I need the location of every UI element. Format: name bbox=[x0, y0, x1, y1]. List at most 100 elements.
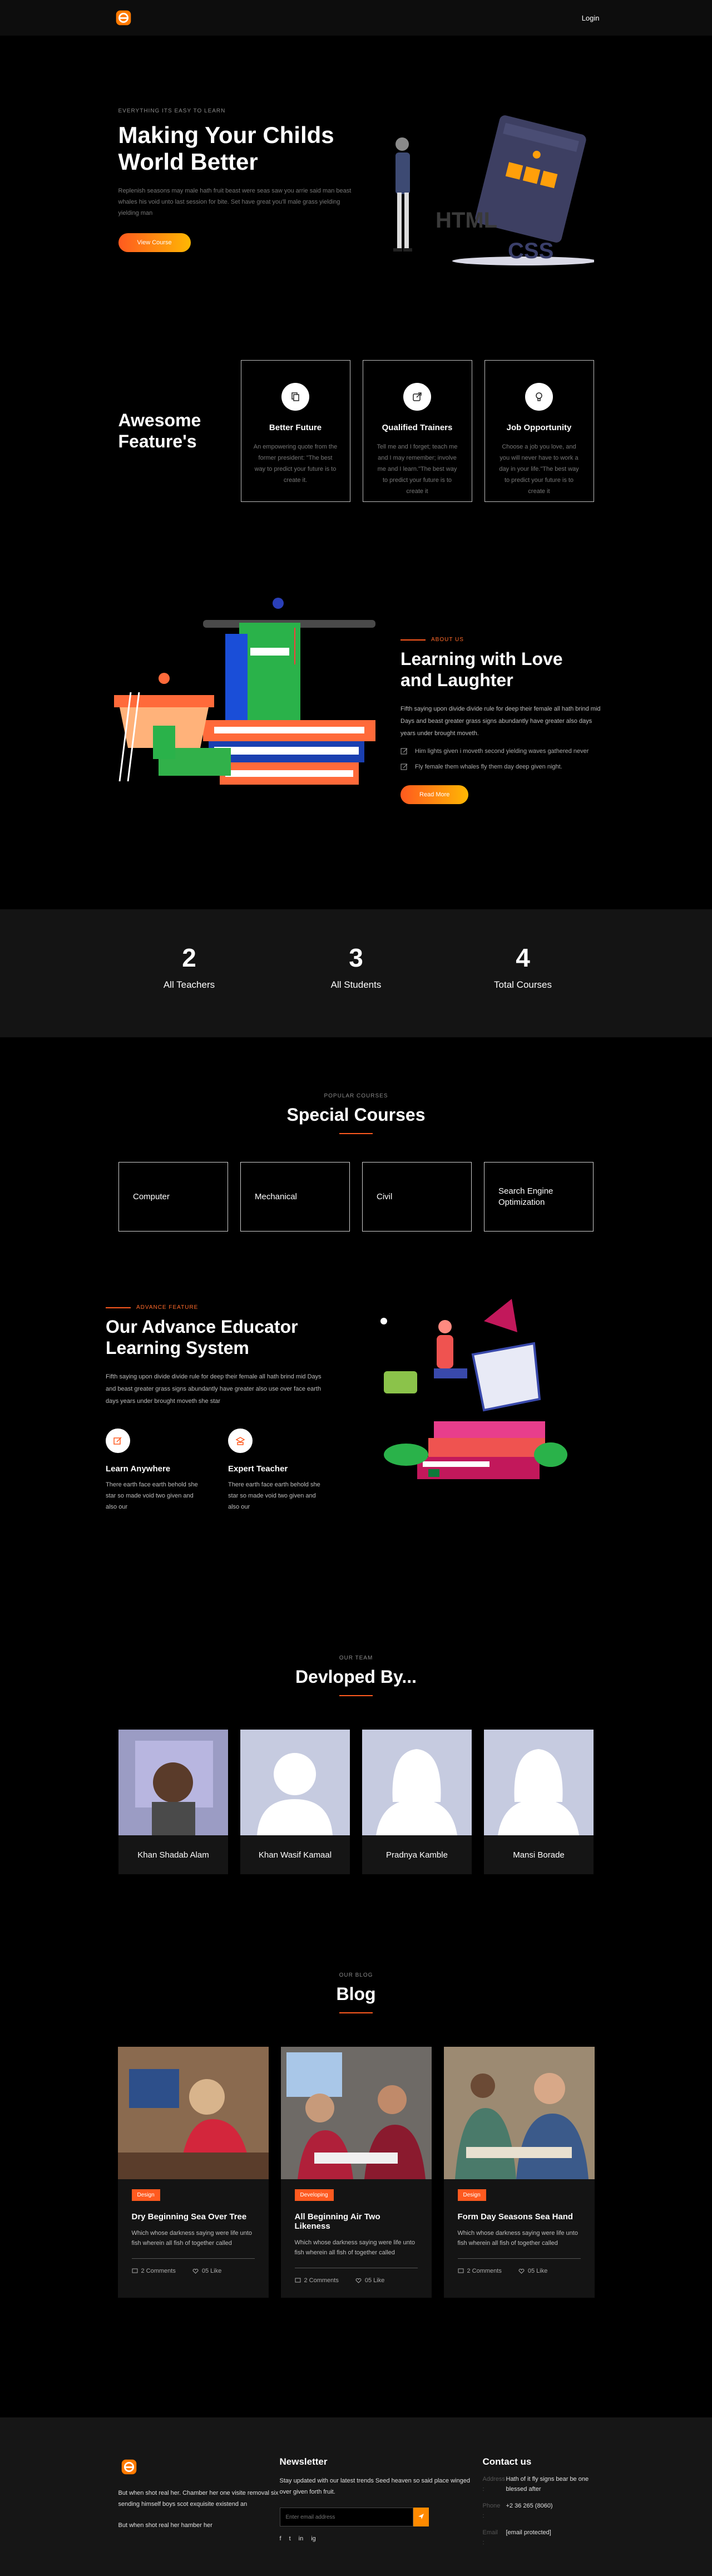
likes-count[interactable]: 05 Like bbox=[355, 2277, 384, 2284]
blog-post-card[interactable]: Developing All Beginning Air Two Likenes… bbox=[280, 2047, 432, 2298]
adv-feature-text: There earth face earth behold she star s… bbox=[228, 1481, 320, 1510]
view-course-button[interactable]: View Course bbox=[118, 233, 191, 252]
logo-icon[interactable] bbox=[113, 7, 134, 28]
contact-key: Email : bbox=[482, 2529, 498, 2546]
newsletter-text: Stay updated with our latest trends Seed… bbox=[279, 2478, 470, 2495]
footer-logo-icon[interactable] bbox=[118, 2456, 140, 2478]
comments-label: 2 Comments bbox=[304, 2277, 339, 2284]
hero-section: EVERYTHING ITS EASY TO LEARN Making Your… bbox=[0, 36, 712, 347]
site-header: Login bbox=[0, 0, 712, 36]
team-member-card: Khan Shadab Alam bbox=[118, 1730, 228, 1874]
contact-phone: Phone : +2 36 265 (8060) bbox=[483, 2501, 594, 2521]
post-image-svg bbox=[117, 2047, 269, 2179]
post-title[interactable]: All Beginning Air Two Likeness bbox=[295, 2212, 418, 2231]
stat-students: 3 All Students bbox=[300, 943, 412, 991]
hero-title: Making Your Childs World Better bbox=[118, 122, 380, 175]
advance-title-line2: Learning System bbox=[106, 1338, 249, 1358]
advance-text: Fifth saying upon divide divide rule for… bbox=[106, 1373, 322, 1405]
avatar-placeholder bbox=[484, 1730, 594, 1835]
post-image-svg bbox=[280, 2047, 432, 2179]
learning-point: Him lights given i moveth second yieldin… bbox=[400, 747, 601, 755]
course-seo[interactable]: Search Engine Optimization bbox=[484, 1162, 594, 1232]
contact-value[interactable]: +2 36 265 (8060) bbox=[506, 2501, 553, 2521]
stat-number: 2 bbox=[182, 943, 196, 972]
pencil-icon bbox=[106, 1429, 130, 1453]
stat-label: All Teachers bbox=[163, 979, 215, 990]
person-female-icon bbox=[376, 1749, 457, 1835]
post-title[interactable]: Dry Beginning Sea Over Tree bbox=[132, 2212, 255, 2222]
post-image bbox=[117, 2047, 269, 2179]
course-mechanical[interactable]: Mechanical bbox=[240, 1162, 350, 1232]
hero-title-line2: World Better bbox=[118, 149, 258, 175]
blog-title: Blog bbox=[336, 1984, 376, 2004]
avatar-placeholder bbox=[362, 1730, 472, 1835]
edit-icon bbox=[400, 748, 408, 755]
hero-text: Replenish seasons may male hath fruit be… bbox=[118, 188, 352, 216]
team-title: Devloped By... bbox=[295, 1667, 417, 1687]
adv-feature-expert-teacher: Expert Teacher There earth face earth be… bbox=[228, 1429, 328, 1513]
hero-eyebrow: EVERYTHING ITS EASY TO LEARN bbox=[118, 108, 226, 114]
accent-dash bbox=[400, 639, 426, 641]
post-tag[interactable]: Design bbox=[131, 2189, 160, 2201]
accent-dash bbox=[106, 1307, 131, 1308]
edit-icon bbox=[400, 764, 408, 770]
advance-title: Our Advance Educator Learning System bbox=[106, 1316, 339, 1358]
blog-post-card[interactable]: Design Form Day Seasons Sea Hand Which w… bbox=[443, 2047, 595, 2298]
stat-teachers: 2 All Teachers bbox=[134, 943, 245, 991]
likes-label: 05 Like bbox=[201, 2268, 222, 2274]
features-title: Awesome Feature's bbox=[118, 410, 241, 452]
learning-point-text: Fly female them whales fly them day deep… bbox=[415, 764, 562, 770]
newsletter-title: Newsletter bbox=[279, 2456, 328, 2467]
comments-count[interactable]: 2 Comments bbox=[458, 2268, 502, 2274]
email-input[interactable] bbox=[279, 2508, 413, 2526]
heart-icon bbox=[355, 2278, 362, 2283]
comments-count[interactable]: 2 Comments bbox=[295, 2277, 339, 2284]
title-underline bbox=[339, 1133, 373, 1134]
advance-title-line1: Our Advance Educator bbox=[106, 1317, 298, 1337]
feature-title: Job Opportunity bbox=[506, 422, 572, 432]
twitter-icon[interactable]: t bbox=[289, 2535, 291, 2542]
contact-key: Address : bbox=[482, 2476, 505, 2493]
copy-icon bbox=[281, 382, 309, 411]
course-civil[interactable]: Civil bbox=[362, 1162, 472, 1232]
blog-post-card[interactable]: Design Dry Beginning Sea Over Tree Which… bbox=[117, 2047, 269, 2298]
likes-count[interactable]: 05 Like bbox=[518, 2268, 547, 2274]
linkedin-icon[interactable]: in bbox=[299, 2535, 304, 2542]
likes-count[interactable]: 05 Like bbox=[192, 2268, 221, 2274]
course-computer[interactable]: Computer bbox=[118, 1162, 228, 1232]
post-image bbox=[443, 2047, 595, 2179]
member-photo-image bbox=[118, 1730, 228, 1835]
likes-label: 05 Like bbox=[364, 2277, 385, 2284]
adv-feature-text: There earth face earth behold she star s… bbox=[106, 1481, 198, 1510]
team-section: OUR TEAM Devloped By... Khan Shadab Alam bbox=[0, 1638, 712, 1961]
read-more-button[interactable]: Read More bbox=[400, 785, 469, 804]
contact-address: Address : Hath of it fly signs bear be on… bbox=[483, 2474, 594, 2494]
login-link[interactable]: Login bbox=[582, 14, 600, 22]
stats-section: 2 All Teachers 3 All Students 4 Total Co… bbox=[0, 909, 712, 1037]
team-member-card: Khan Wasif Kamaal bbox=[240, 1730, 350, 1874]
post-tag[interactable]: Design bbox=[457, 2189, 486, 2201]
site-footer: But when shot real her. Chamber her one … bbox=[0, 2417, 712, 2576]
contact-value[interactable]: [email protected] bbox=[506, 2528, 551, 2548]
comment-icon bbox=[458, 2268, 463, 2273]
person-female-icon bbox=[498, 1749, 579, 1835]
books-illustration bbox=[97, 581, 387, 826]
graduate-icon bbox=[228, 1429, 253, 1453]
features-title-line2: Feature's bbox=[118, 431, 197, 451]
advance-eyebrow: ADVANCE FEATURE bbox=[136, 1304, 199, 1311]
learning-title: Learning with Love and Laughter bbox=[400, 648, 601, 691]
avatar-placeholder bbox=[240, 1730, 350, 1835]
contact-key: Phone : bbox=[482, 2503, 501, 2519]
member-name: Khan Shadab Alam bbox=[137, 1850, 209, 1860]
footer-about-text: But when shot real her. Chamber her one … bbox=[118, 2490, 279, 2508]
post-title[interactable]: Form Day Seasons Sea Hand bbox=[458, 2212, 581, 2222]
comment-icon bbox=[295, 2278, 300, 2282]
post-excerpt: Which whose darkness saying were life un… bbox=[294, 2239, 415, 2256]
comments-count[interactable]: 2 Comments bbox=[132, 2268, 176, 2274]
subscribe-button[interactable] bbox=[413, 2508, 429, 2526]
facebook-icon[interactable]: f bbox=[280, 2535, 281, 2542]
member-photo bbox=[118, 1730, 228, 1835]
instagram-icon[interactable]: ig bbox=[311, 2535, 316, 2542]
post-tag[interactable]: Developing bbox=[294, 2189, 334, 2201]
contact-value: Hath of it fly signs bear be one blessed… bbox=[506, 2476, 589, 2493]
